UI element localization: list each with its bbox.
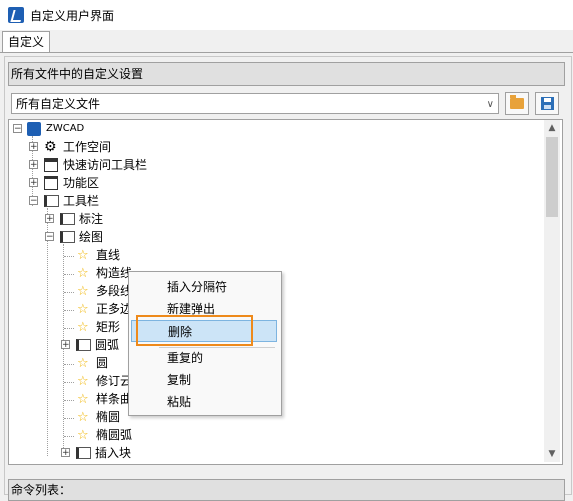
save-button[interactable] — [535, 92, 559, 115]
menu-item-insert-separator[interactable]: 插入分隔符 — [131, 276, 277, 298]
star-icon: ☆ — [77, 374, 89, 389]
star-icon: ☆ — [77, 266, 89, 281]
group-header: 所有文件中的自定义设置 — [8, 62, 565, 86]
expand-icon[interactable]: + — [45, 214, 54, 224]
tree-item-circle[interactable]: ☆ 圆 — [77, 354, 108, 372]
command-list-header: 命令列表： — [8, 479, 565, 501]
folder-icon — [510, 95, 524, 109]
menu-item-duplicate[interactable]: 重复的 — [131, 347, 277, 369]
collapse-icon[interactable]: − — [45, 232, 54, 242]
open-file-button[interactable] — [505, 92, 529, 115]
tree-connector — [63, 244, 64, 456]
save-icon — [541, 97, 554, 110]
star-icon: ☆ — [77, 248, 89, 263]
zwcad-icon — [27, 122, 41, 136]
context-menu: 插入分隔符 新建弹出 删除 重复的 复制 粘贴 — [128, 271, 282, 416]
star-icon: ☆ — [77, 356, 89, 371]
customization-tree[interactable]: − ZWCAD + ⚙ 工作空间 + 快速访问工具栏 + 功能区 − 工具栏 +… — [8, 119, 563, 465]
collapse-icon[interactable]: − — [13, 124, 22, 134]
toolbar-icon — [60, 231, 75, 243]
chevron-down-icon: ∨ — [486, 99, 494, 110]
toolbar-icon — [76, 447, 91, 459]
star-icon: ☆ — [77, 284, 89, 299]
file-select-value: 所有自定义文件 — [16, 97, 101, 111]
tree-item-polygon[interactable]: ☆ 正多边 — [77, 300, 132, 318]
scroll-down-icon[interactable]: ▼ — [544, 446, 560, 462]
toolbar-icon — [76, 339, 91, 351]
tree-scrollbar[interactable]: ▲ ▼ — [544, 120, 560, 462]
expand-icon[interactable]: + — [29, 160, 38, 170]
scroll-up-icon[interactable]: ▲ — [544, 120, 560, 136]
expand-icon[interactable]: + — [29, 142, 38, 152]
star-icon: ☆ — [77, 302, 89, 317]
menu-item-new-flyout[interactable]: 新建弹出 — [131, 298, 277, 320]
tree-item-revcloud[interactable]: ☆ 修订云 — [77, 372, 132, 390]
tree-item-spline[interactable]: ☆ 样条曲 — [77, 390, 132, 408]
star-icon: ☆ — [77, 428, 89, 443]
tree-item-construction-line[interactable]: ☆ 构造线 — [77, 264, 132, 282]
scroll-thumb[interactable] — [546, 137, 558, 217]
menu-item-copy[interactable]: 复制 — [131, 369, 277, 391]
toolbar-icon — [44, 195, 59, 207]
tree-item-ellipse-arc[interactable]: ☆ 椭圆弧 — [77, 426, 132, 444]
ribbon-icon — [44, 176, 58, 190]
title-bar: 自定义用户界面 — [0, 0, 573, 30]
tree-item-line[interactable]: ☆ 直线 — [77, 246, 120, 264]
toolbar-icon — [60, 213, 75, 225]
collapse-icon[interactable]: − — [29, 196, 38, 206]
menu-item-paste[interactable]: 粘贴 — [131, 391, 277, 413]
tab-bar: 自定义 — [0, 30, 573, 53]
star-icon: ☆ — [77, 410, 89, 425]
expand-icon[interactable]: + — [61, 448, 70, 458]
app-logo-icon — [8, 7, 24, 23]
menu-item-delete[interactable]: 删除 — [131, 320, 277, 342]
tab-customize[interactable]: 自定义 — [2, 31, 51, 52]
star-icon: ☆ — [77, 392, 89, 407]
file-select[interactable]: 所有自定义文件 ∨ — [11, 93, 499, 114]
tree-connector — [47, 208, 48, 456]
toolbar-icon — [44, 158, 58, 172]
gear-icon: ⚙ — [44, 139, 57, 155]
window-title: 自定义用户界面 — [30, 9, 115, 23]
expand-icon[interactable]: + — [61, 340, 70, 350]
tree-item-polyline[interactable]: ☆ 多段线 — [77, 282, 132, 300]
expand-icon[interactable]: + — [29, 178, 38, 188]
star-icon: ☆ — [77, 320, 89, 335]
tree-item-rectangle[interactable]: ☆ 矩形 — [77, 318, 120, 336]
tree-item-ellipse[interactable]: ☆ 椭圆 — [77, 408, 120, 426]
